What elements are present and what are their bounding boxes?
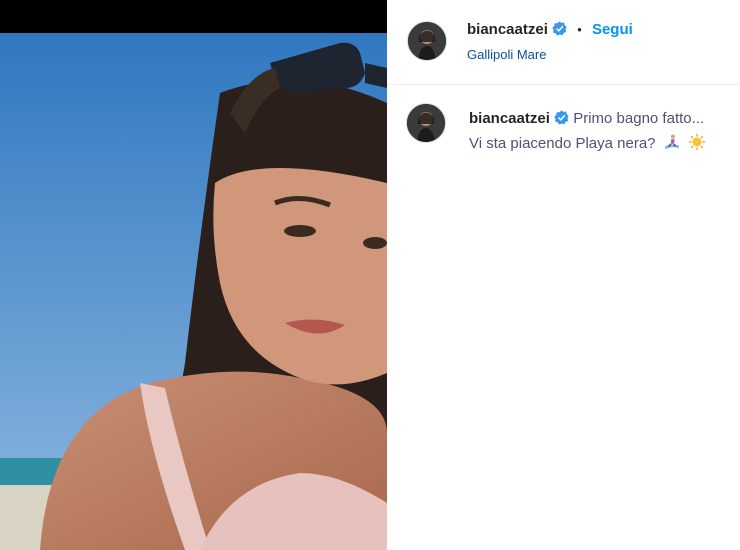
avatar[interactable]: [406, 103, 446, 143]
surfer-emoji-icon: [663, 133, 681, 158]
caption-username[interactable]: biancaatzei: [469, 110, 550, 127]
follow-button[interactable]: Segui: [592, 21, 633, 38]
username[interactable]: biancaatzei: [467, 21, 548, 38]
sun-emoji-icon: [688, 133, 706, 158]
verified-icon: [554, 109, 569, 132]
location-link[interactable]: Gallipoli Mare: [467, 47, 546, 62]
caption-line-1: Primo bagno fatto...: [573, 110, 705, 127]
post-image[interactable]: [0, 33, 387, 550]
caption-text: biancaatzei Primo bagno fatto... Vi sta …: [469, 107, 737, 158]
post-header: biancaatzei • Segui Gallipoli Mare: [387, 0, 740, 85]
avatar[interactable]: [407, 21, 447, 61]
verified-icon: [552, 21, 567, 40]
separator-dot: •: [577, 22, 582, 37]
post-side-panel: biancaatzei • Segui Gallipoli Mare: [387, 0, 740, 550]
caption-line-2: Vi sta piacendo Playa nera?: [469, 135, 656, 152]
photo-top-bar: [0, 0, 387, 33]
post-photo[interactable]: [0, 0, 387, 550]
